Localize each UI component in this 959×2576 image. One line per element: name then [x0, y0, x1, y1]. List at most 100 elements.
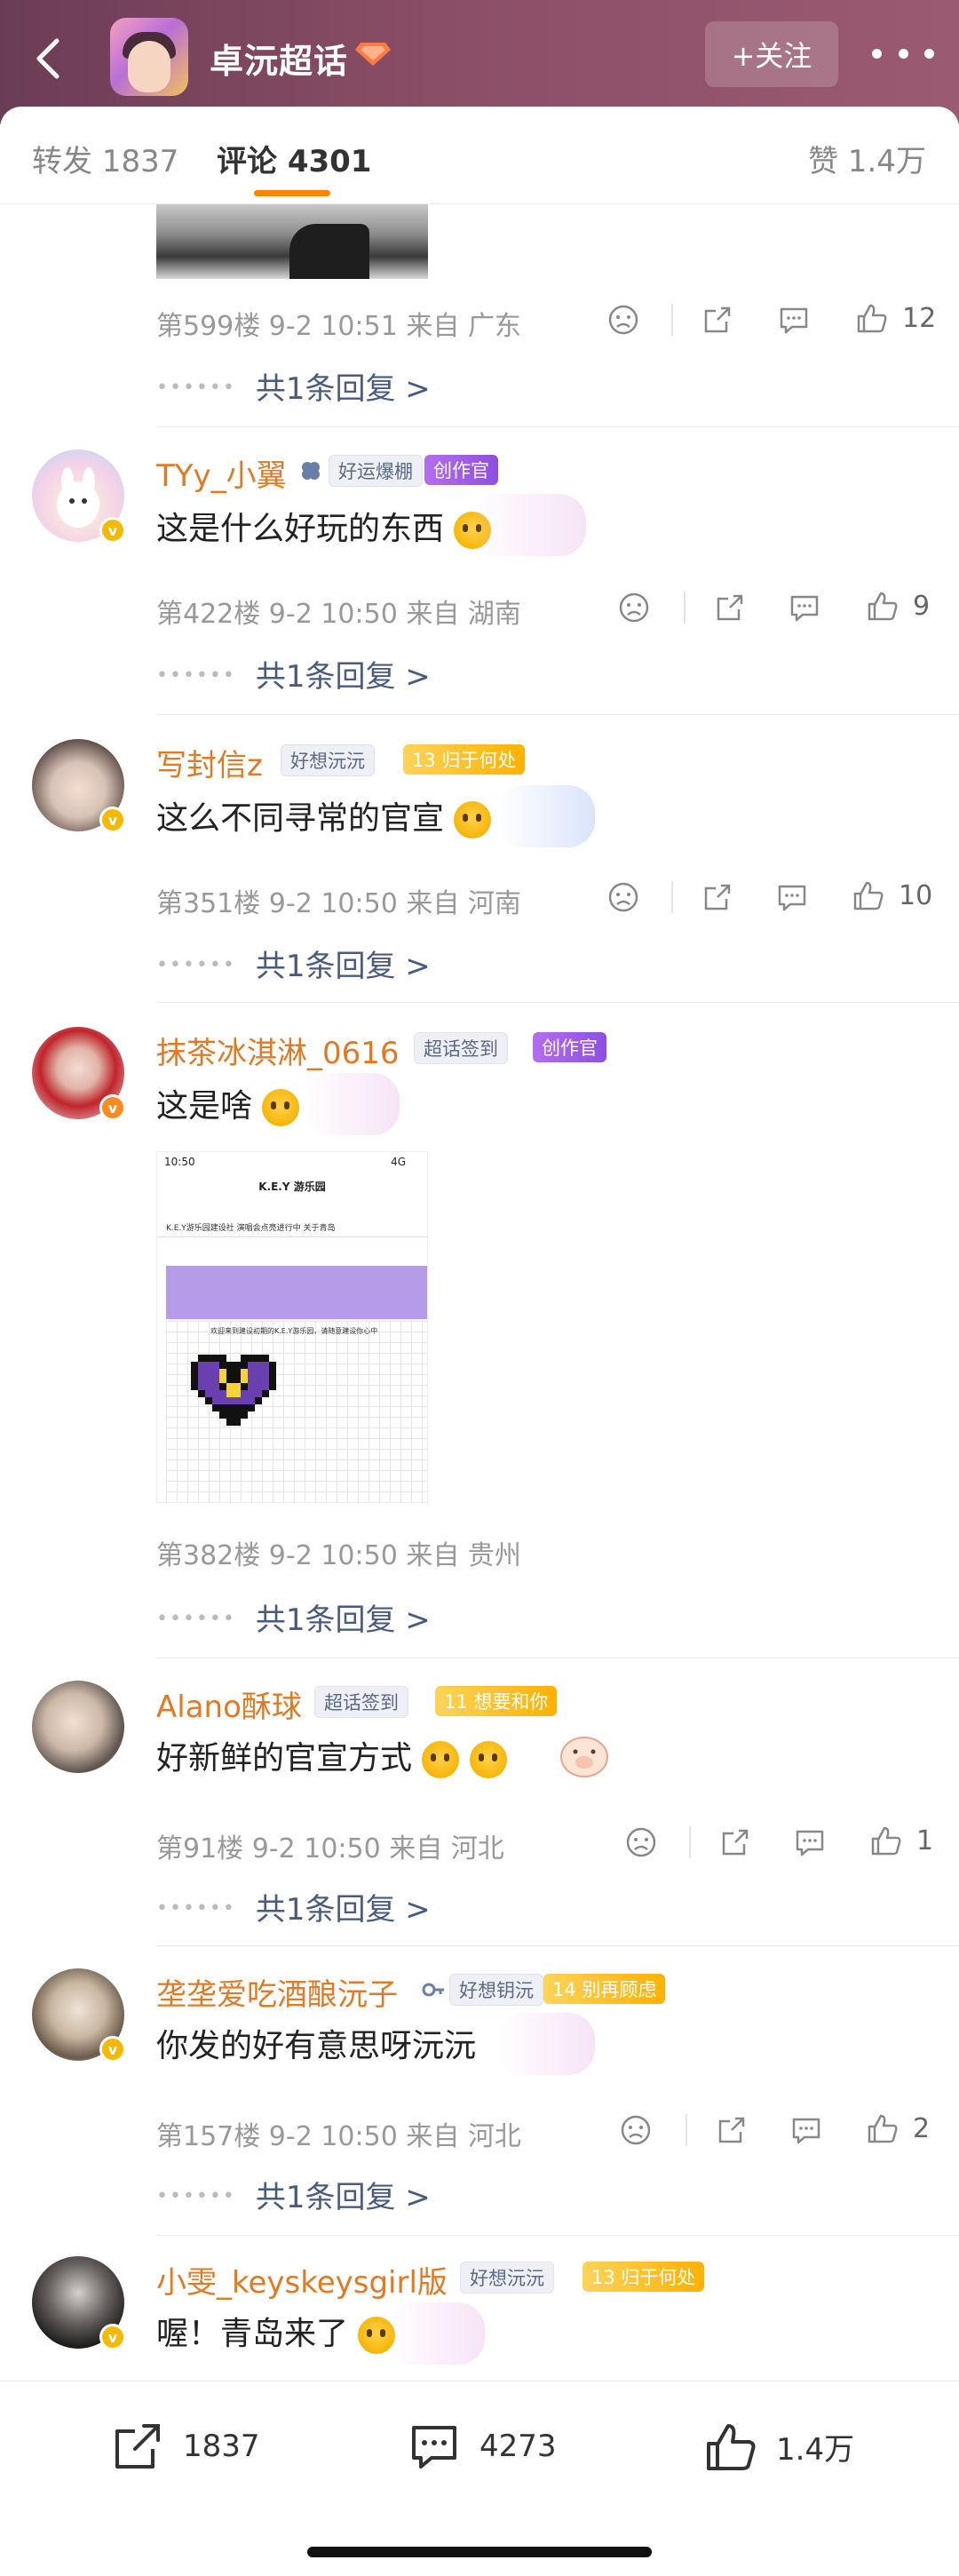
thumbs-up-icon — [868, 592, 898, 621]
tag-label: 13 归于何处 — [583, 2262, 705, 2292]
comment-text: 这是什么好玩的东西 — [156, 503, 492, 549]
comment-meta: 第351楼 9-2 10:50 来自 河南 — [156, 888, 521, 919]
comment-image[interactable]: 10:50 4G K.E.Y 游乐园 K.E.Y游乐园建设社 演唱会点亮进行中 关… — [156, 1151, 428, 1503]
user-tag: 超话签到 — [314, 1686, 408, 1718]
share-button[interactable] — [700, 879, 735, 915]
comment-count: 4273 — [480, 2429, 557, 2464]
comment-text: 好新鲜的官宣方式 — [156, 1732, 507, 1778]
share-icon — [704, 306, 731, 333]
action-divider — [689, 1826, 691, 1858]
dislike-button[interactable] — [623, 1825, 659, 1860]
reply-button[interactable] — [787, 590, 822, 625]
comment-text-content: 这是什么好玩的东西 — [156, 511, 445, 547]
like-button[interactable]: 2 — [865, 2111, 930, 2146]
view-replies-link[interactable]: •••••• 共1条回复 > — [156, 1885, 431, 1928]
replies-label: 共1条回复 > — [255, 2180, 431, 2215]
dislike-button[interactable] — [618, 2112, 654, 2148]
supertopic-avatar[interactable] — [110, 18, 188, 96]
image-welcome: 欢迎来到建设初期的K.E.Y游乐园，请随意建设你心中 — [210, 1327, 378, 1335]
clover-icon — [302, 462, 320, 480]
like-count: 9 — [913, 590, 931, 622]
like-button[interactable]: 10 — [851, 878, 932, 913]
verified-badge-icon: v — [99, 1094, 126, 1121]
creator-tag: 创作官 — [533, 1032, 606, 1062]
tag-label: 14 别再顾虑 — [543, 1974, 666, 2004]
like-button[interactable]: 1.4万 — [701, 2417, 854, 2476]
comment-meta: 第599楼 9-2 10:51 来自 广东 — [156, 311, 521, 342]
dislike-button[interactable] — [616, 590, 652, 625]
user-tag: 好想钥沅 — [421, 1974, 543, 2006]
comment-text: 你发的好有意思呀沅沅 — [156, 2028, 477, 2064]
image-statusbar: 10:50 4G — [157, 1152, 427, 1173]
repost-count: 1837 — [183, 2429, 260, 2464]
comment-icon — [792, 2118, 820, 2144]
share-button[interactable] — [700, 302, 735, 338]
share-button[interactable] — [717, 1825, 753, 1860]
more-options-icon[interactable] — [872, 36, 934, 71]
like-button[interactable]: 1 — [868, 1823, 933, 1858]
comment-tabs: 转发 1837 评论 4301 赞 1.4万 — [0, 107, 959, 204]
dislike-icon — [619, 592, 649, 623]
username[interactable]: 写封信z — [156, 741, 263, 784]
action-divider — [671, 304, 673, 336]
comment-text-content: 好新鲜的官宣方式 — [156, 1740, 413, 1777]
active-tab-indicator — [254, 190, 330, 196]
username[interactable]: 小雯_keyskeysgirl版 — [156, 2258, 448, 2302]
reply-dots: •••••• — [156, 1897, 236, 1920]
verified-badge-icon: v — [99, 2036, 126, 2063]
view-replies-link[interactable]: •••••• 共1条回复 > — [156, 2173, 431, 2216]
tag-label: 好运爆棚 — [329, 455, 423, 487]
image-purple-band — [166, 1266, 427, 1319]
action-divider — [671, 881, 673, 913]
crying-emoji-icon — [422, 1741, 460, 1778]
replies-label: 共1条回复 > — [255, 659, 431, 695]
comment-image[interactable] — [156, 204, 428, 279]
avatar[interactable] — [32, 1681, 124, 1773]
user-tag: 好运爆棚 — [298, 455, 423, 487]
verified-badge-icon: v — [99, 807, 126, 833]
view-replies-link[interactable]: •••••• 共1条回复 > — [156, 364, 431, 408]
view-replies-link[interactable]: •••••• 共1条回复 > — [156, 652, 431, 696]
comment-button[interactable]: 4273 — [405, 2417, 557, 2476]
reply-button[interactable] — [776, 302, 812, 338]
reply-button[interactable] — [774, 879, 810, 915]
share-icon — [722, 1829, 749, 1856]
creator-tag: 创作官 — [424, 455, 498, 485]
username[interactable]: Alano酥球 — [156, 1682, 302, 1726]
tab-repost[interactable]: 转发 1837 — [32, 137, 178, 180]
sticker — [497, 785, 595, 847]
repost-button[interactable]: 1837 — [108, 2417, 260, 2476]
thumbs-up-icon — [868, 2114, 898, 2143]
dislike-icon — [608, 882, 638, 912]
comment-divider — [156, 2235, 959, 2236]
dislike-button[interactable] — [606, 302, 641, 338]
follow-button[interactable]: +关注 — [705, 21, 838, 87]
top-header: 卓沅超话 +关注 — [0, 0, 959, 124]
like-button[interactable]: 9 — [865, 588, 930, 624]
home-indicator — [307, 2547, 652, 2557]
back-arrow-icon[interactable] — [23, 32, 76, 85]
view-replies-link[interactable]: •••••• 共1条回复 > — [156, 942, 431, 985]
reply-button[interactable] — [792, 1825, 828, 1860]
tab-comment[interactable]: 评论 4301 — [217, 137, 371, 180]
share-button[interactable] — [714, 2112, 749, 2148]
username[interactable]: TYy_小翼 — [156, 451, 287, 495]
gem-badge-icon — [355, 43, 391, 66]
view-replies-link[interactable]: •••••• 共1条回复 > — [156, 1595, 431, 1639]
reply-button[interactable] — [789, 2112, 824, 2148]
username[interactable]: 垄垄爱吃酒酿沅子 — [156, 1970, 398, 2014]
page-title[interactable]: 卓沅超话 — [210, 34, 348, 83]
comment-icon — [780, 307, 808, 334]
username[interactable]: 抹茶冰淇淋_0616 — [156, 1029, 400, 1072]
comment-icon — [796, 1830, 824, 1856]
dislike-icon — [626, 1827, 656, 1857]
dislike-button[interactable] — [606, 879, 641, 915]
like-button[interactable]: 12 — [854, 300, 936, 336]
tag-label: 好想钥沅 — [449, 1974, 543, 2006]
key-icon — [422, 1983, 444, 1997]
share-button[interactable] — [712, 590, 748, 625]
thumbs-up-icon — [707, 2424, 756, 2470]
sticker — [497, 2013, 595, 2075]
tab-like[interactable]: 赞 1.4万 — [808, 137, 926, 180]
reply-dots: •••••• — [156, 664, 236, 687]
